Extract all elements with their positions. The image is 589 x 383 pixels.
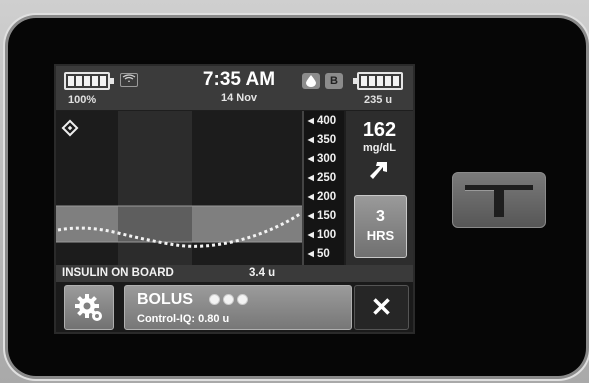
time-range-button[interactable]: 3 HRS (354, 195, 407, 258)
close-button[interactable]: ✕ (354, 285, 409, 330)
clock-time: 7:35 AM (202, 69, 276, 90)
glucose-value: 162 (362, 119, 397, 141)
screen-on-button[interactable] (452, 172, 546, 228)
axis-tick: ◂ 250 (308, 172, 337, 184)
cgm-graph (56, 111, 302, 265)
gear-icon (75, 294, 102, 321)
clock-date: 14 Nov (220, 92, 258, 104)
battery-icon (64, 72, 114, 90)
t-logo-icon (465, 185, 533, 217)
axis-tick: ◂ 50 (308, 248, 330, 260)
iob-label: INSULIN ON BOARD (62, 267, 174, 279)
axis-tick: ◂ 400 (308, 115, 337, 127)
arrow-up-right-icon (368, 160, 390, 185)
basal-badge: B (325, 73, 343, 89)
axis-tick: ◂ 300 (308, 153, 337, 165)
reservoir-units: 235 u (364, 94, 393, 106)
bolus-button[interactable]: BOLUS Control-IQ: 0.80 u (124, 285, 352, 330)
glucose-axis: ◂ 400 ◂ 350 ◂ 300 ◂ 250 ◂ 200 ◂ 150 ◂ 10… (302, 111, 344, 265)
iob-value: 3.4 u (249, 267, 276, 279)
reservoir-icon (353, 72, 403, 90)
axis-tick: ◂ 350 (308, 134, 337, 146)
bolus-progress-dots (209, 294, 248, 305)
insulin-on-board-bar: INSULIN ON BOARD 3.4 u (56, 265, 413, 282)
glucose-unit: mg/dL (363, 142, 396, 154)
axis-tick: ◂ 100 (308, 229, 337, 241)
status-bar: 100% 7:35 AM 14 Nov B 235 u (56, 66, 413, 110)
drop-icon (302, 73, 320, 89)
options-button[interactable] (64, 285, 114, 330)
bolus-title: BOLUS (137, 291, 193, 308)
time-range-value: 3 (376, 208, 385, 225)
bottom-controls: BOLUS Control-IQ: 0.80 u ✕ (56, 282, 413, 332)
axis-tick: ◂ 150 (308, 210, 337, 222)
signal-icon (120, 73, 138, 87)
pump-screen: 100% 7:35 AM 14 Nov B 235 u ◂ 400 ◂ 350 … (54, 64, 415, 334)
battery-percent: 100% (68, 94, 97, 106)
bolus-control-iq: Control-IQ: 0.80 u (137, 313, 230, 325)
time-range-label: HRS (366, 228, 395, 243)
axis-tick: ◂ 200 (308, 191, 337, 203)
glucose-panel: 162 mg/dL 3 HRS (346, 111, 413, 265)
